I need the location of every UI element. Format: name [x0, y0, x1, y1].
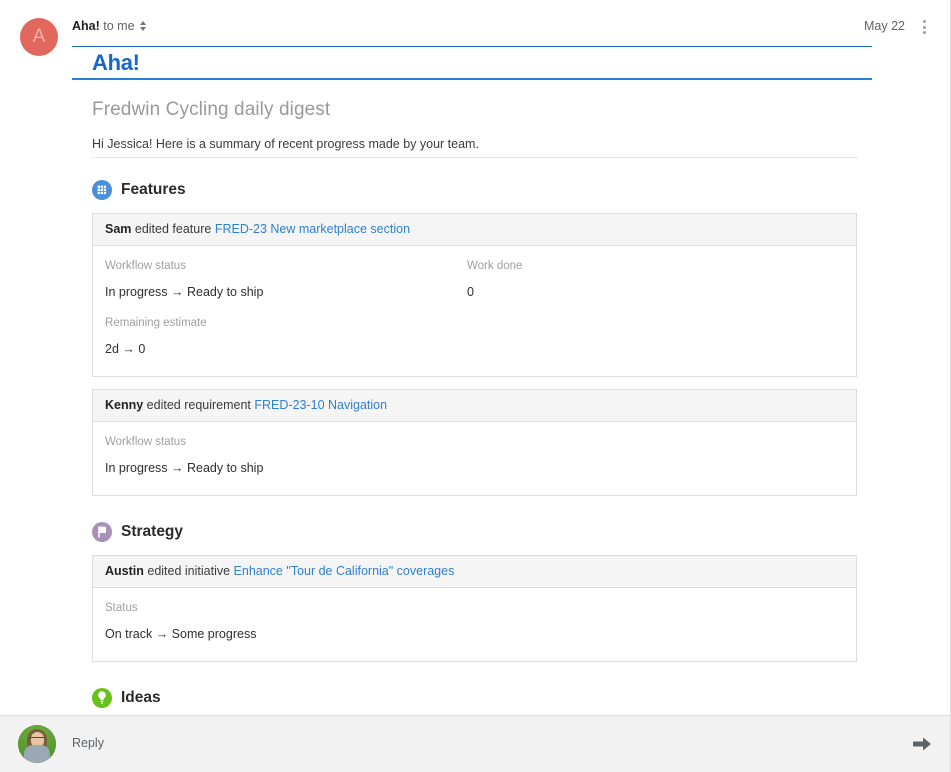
- section-header: Strategy: [0, 518, 950, 546]
- recipient-label: to me: [99, 19, 135, 33]
- expand-recipients-icon[interactable]: [139, 20, 148, 32]
- brand-logo: Aha!: [92, 50, 140, 75]
- email-body: Aha! Fredwin Cycling daily digest Hi Jes…: [0, 46, 950, 715]
- actor-name: Kenny: [105, 398, 144, 412]
- brand-top-bar: [72, 46, 872, 47]
- field-value: In progress → Ready to ship: [105, 285, 264, 299]
- activity-card-header: Kenny edited requirement FRED-23-10 Navi…: [93, 390, 856, 422]
- user-avatar: [18, 725, 56, 763]
- field-label: Remaining estimate: [105, 317, 207, 329]
- field-value: On track → Some progress: [105, 627, 257, 641]
- record-link[interactable]: Enhance "Tour de California" coverages: [234, 564, 455, 578]
- section-strategy: Strategy Austin edited initiative Enhance…: [0, 518, 950, 662]
- field-column-right: [467, 436, 844, 475]
- activity-card-header: Austin edited initiative Enhance "Tour d…: [93, 556, 856, 588]
- field-column-left: Status On track → Some progress: [105, 602, 467, 641]
- section-header: Features: [0, 176, 950, 204]
- divider: [92, 157, 857, 158]
- activity-card-header: Sam edited feature FRED-23 New marketpla…: [93, 214, 856, 246]
- sender-line: Aha! to me: [72, 19, 148, 33]
- field-value: 2d → 0: [105, 342, 146, 356]
- actor-name: Austin: [105, 564, 144, 578]
- email-viewer: A Aha! to me May 22 Aha! Fredwin Cycling…: [0, 0, 951, 772]
- forward-arrow-icon[interactable]: [911, 734, 933, 754]
- activity-card: Austin edited initiative Enhance "Tour d…: [92, 555, 857, 662]
- field-value: In progress → Ready to ship: [105, 461, 264, 475]
- message-header: A Aha! to me May 22: [0, 0, 950, 56]
- field-label: Work done: [467, 260, 523, 272]
- field-column-left: Workflow status In progress → Ready to sh…: [105, 260, 467, 356]
- actor-name: Sam: [105, 222, 132, 236]
- field-label: Workflow status: [105, 260, 186, 272]
- field-column-right: [467, 602, 844, 641]
- activity-card-body: Workflow status In progress → Ready to sh…: [93, 422, 856, 495]
- activity-card: Sam edited feature FRED-23 New marketpla…: [92, 213, 857, 377]
- field-label: Workflow status: [105, 436, 186, 448]
- action-text: edited feature: [131, 222, 215, 236]
- message-date: May 22: [864, 19, 905, 33]
- action-text: edited requirement: [143, 398, 255, 412]
- field-label: Status: [105, 602, 138, 614]
- flag-icon: [92, 522, 112, 542]
- action-text: edited initiative: [143, 564, 234, 578]
- grid-icon: [92, 180, 112, 200]
- section-title: Features: [121, 181, 186, 198]
- record-link[interactable]: FRED-23-10 Navigation: [254, 398, 387, 412]
- field-column-left: Workflow status In progress → Ready to sh…: [105, 436, 467, 475]
- activity-card-body: Workflow status In progress → Ready to sh…: [93, 246, 856, 376]
- sender-name: Aha!: [72, 19, 100, 33]
- section-features: Features Sam edited feature FRED-23 New m…: [0, 176, 950, 496]
- record-link[interactable]: FRED-23 New marketplace section: [215, 222, 410, 236]
- lightbulb-icon: [92, 688, 112, 708]
- digest-sections: Features Sam edited feature FRED-23 New m…: [0, 176, 950, 715]
- section-header: Ideas: [0, 684, 950, 712]
- section-ideas: IdeasAmanda added idea FRED-I-1 Include …: [0, 684, 950, 715]
- activity-card: Kenny edited requirement FRED-23-10 Navi…: [92, 389, 857, 496]
- digest-title: Fredwin Cycling daily digest: [92, 99, 331, 120]
- field-value: 0: [467, 285, 474, 299]
- brand-underline: [72, 78, 872, 80]
- activity-card-body: Status On track → Some progress: [93, 588, 856, 661]
- section-title: Ideas: [121, 689, 161, 706]
- section-title: Strategy: [121, 523, 184, 540]
- reply-bar: Reply: [0, 715, 950, 772]
- reply-input[interactable]: Reply: [72, 736, 104, 750]
- digest-greeting: Hi Jessica! Here is a summary of recent …: [92, 137, 479, 151]
- kebab-menu-icon[interactable]: [915, 16, 933, 36]
- field-column-right: Work done 0: [467, 260, 844, 356]
